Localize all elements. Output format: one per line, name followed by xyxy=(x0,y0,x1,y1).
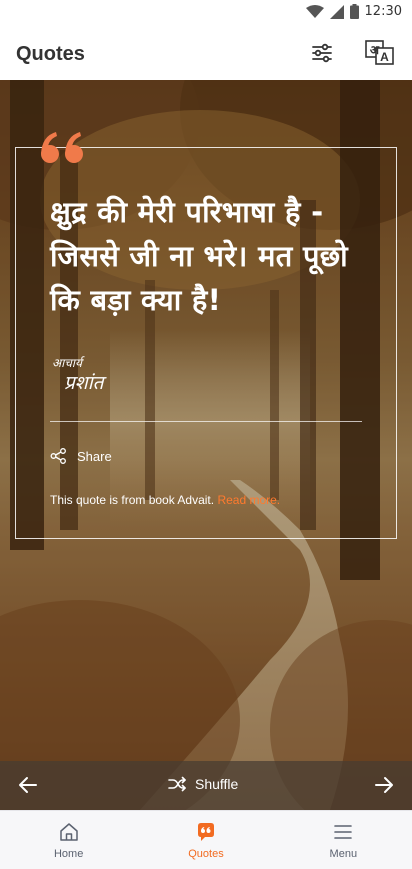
shuffle-button[interactable]: Shuffle xyxy=(168,776,238,792)
quote-mark-icon xyxy=(41,132,83,163)
quote-bubble-icon xyxy=(197,823,214,841)
read-more-link[interactable]: Read more. xyxy=(217,493,280,507)
translate-icon: अ A xyxy=(365,40,394,65)
svg-text:प्रशांत: प्रशांत xyxy=(64,372,108,394)
status-bar: 12:30 xyxy=(0,0,412,26)
wifi-icon xyxy=(305,4,324,18)
filter-button[interactable] xyxy=(310,41,334,65)
quote-navigation-bar: Shuffle xyxy=(0,761,412,810)
battery-icon xyxy=(349,4,359,19)
nav-label-quotes: Quotes xyxy=(188,848,224,860)
arrow-left-icon xyxy=(19,777,37,793)
status-icons: 12:30 xyxy=(305,4,402,19)
book-source-text: This quote is from book Advait. xyxy=(50,493,215,507)
shuffle-icon xyxy=(168,776,186,792)
cellular-icon xyxy=(329,4,344,19)
svg-text:अ: अ xyxy=(370,43,380,57)
arrow-right-icon xyxy=(375,777,393,793)
book-source: This quote is from book Advait. Read mor… xyxy=(50,493,280,507)
quote-card: क्षुद्र की मेरी परिभाषा है - जिससे जी ना… xyxy=(15,132,397,539)
nav-tab-quotes[interactable]: Quotes xyxy=(137,811,274,869)
sliders-icon xyxy=(312,43,332,63)
signature-logo: आचार्य प्रशांत xyxy=(52,356,108,394)
home-icon xyxy=(59,823,78,841)
quote-text: क्षुद्र की मेरी परिभाषा है - जिससे जी ना… xyxy=(50,195,348,317)
share-button[interactable]: Share xyxy=(50,448,112,464)
app-bar: Quotes अ A xyxy=(0,26,412,80)
next-quote-button[interactable] xyxy=(374,775,394,795)
nav-tab-menu[interactable]: Menu xyxy=(275,811,412,869)
nav-label-home: Home xyxy=(53,848,84,860)
previous-quote-button[interactable] xyxy=(18,775,38,795)
nav-tab-home[interactable]: Home xyxy=(0,811,137,869)
bottom-navigation: Home Quotes Menu xyxy=(0,810,412,869)
nav-label-menu: Menu xyxy=(329,848,358,860)
page-title: Quotes xyxy=(16,43,85,65)
divider xyxy=(50,421,362,422)
svg-text:A: A xyxy=(380,50,389,64)
shuffle-label: Shuffle xyxy=(195,776,239,792)
status-time: 12:30 xyxy=(364,4,402,19)
hamburger-icon xyxy=(334,825,353,839)
svg-text:आचार्य: आचार्य xyxy=(52,356,85,370)
language-button[interactable]: अ A xyxy=(365,40,395,66)
share-icon xyxy=(50,448,66,464)
share-label: Share xyxy=(77,448,112,464)
